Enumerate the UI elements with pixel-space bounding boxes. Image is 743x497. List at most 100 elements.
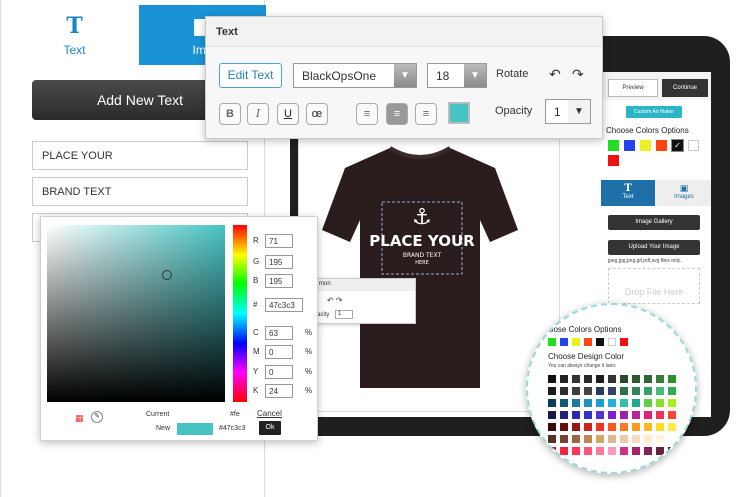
saturation-value-field[interactable] [47, 225, 225, 402]
strikethrough-button[interactable]: œ [306, 103, 328, 125]
edit-text-button[interactable]: Edit Text [219, 63, 282, 88]
zoom-color-swatch[interactable] [608, 338, 616, 346]
design-color-swatch[interactable] [548, 435, 556, 443]
design-color-swatch[interactable] [620, 435, 628, 443]
design-color-swatch[interactable] [632, 447, 640, 455]
design-color-swatch[interactable] [548, 387, 556, 395]
design-color-swatch[interactable] [656, 375, 664, 383]
color-swatch[interactable] [608, 140, 619, 151]
cancel-link[interactable]: Cancel [257, 409, 282, 418]
tablet-tab-images[interactable]: ▣ Images [657, 180, 711, 206]
design-color-swatch[interactable] [668, 447, 676, 455]
design-color-swatch[interactable] [596, 399, 604, 407]
design-color-swatch[interactable] [668, 375, 676, 383]
preview-button[interactable]: Preview [608, 79, 658, 97]
underline-button[interactable]: U [277, 103, 299, 125]
custom-art-maker-button[interactable]: Custom Art Maker [626, 106, 682, 118]
c-input[interactable]: 63 [265, 326, 293, 340]
design-color-swatch[interactable] [632, 411, 640, 419]
zoom-color-swatch[interactable] [584, 338, 592, 346]
image-gallery-button[interactable]: Image Gallery [608, 215, 700, 230]
design-color-swatch[interactable] [584, 387, 592, 395]
design-color-swatch[interactable] [548, 399, 556, 407]
rotate-right-icon[interactable]: ↷ [572, 66, 584, 83]
design-color-swatch[interactable] [572, 399, 580, 407]
design-color-swatch[interactable] [608, 411, 616, 419]
upload-image-button[interactable]: Upload Your Image [608, 240, 700, 255]
m-input[interactable]: 0 [265, 345, 293, 359]
design-color-swatch[interactable] [560, 387, 568, 395]
text-line-input[interactable]: BRAND TEXT [32, 177, 248, 206]
bold-button[interactable]: B [219, 103, 241, 125]
design-color-swatch[interactable] [608, 387, 616, 395]
zoom-color-swatch[interactable] [572, 338, 580, 346]
color-swatch[interactable] [624, 140, 635, 151]
design-color-swatch[interactable] [560, 435, 568, 443]
design-color-swatch[interactable] [668, 399, 676, 407]
design-color-swatch[interactable] [620, 375, 628, 383]
design-color-swatch[interactable] [572, 447, 580, 455]
color-swatch[interactable]: ✓ [671, 139, 684, 152]
design-color-swatch[interactable] [656, 435, 664, 443]
italic-button[interactable]: I [247, 103, 269, 125]
design-color-swatch[interactable] [668, 387, 676, 395]
text-color-chip[interactable] [448, 102, 470, 124]
design-color-swatch[interactable] [644, 435, 652, 443]
design-color-swatch[interactable] [668, 423, 676, 431]
drop-file-zone[interactable]: Drop File Here [608, 268, 700, 304]
palette-grid-icon[interactable]: ▦ [75, 413, 84, 424]
k-input[interactable]: 24 [265, 384, 293, 398]
tab-text[interactable]: T Text [11, 5, 138, 65]
design-color-swatch[interactable] [572, 375, 580, 383]
zoom-color-swatch[interactable] [596, 338, 604, 346]
design-color-swatch[interactable] [620, 399, 628, 407]
design-color-swatch[interactable] [608, 447, 616, 455]
design-color-swatch[interactable] [584, 447, 592, 455]
color-swatch[interactable] [608, 155, 619, 166]
opacity-select[interactable]: 1 ▼ [545, 99, 591, 124]
align-right-icon[interactable]: ≡ [415, 103, 437, 125]
design-color-swatch[interactable] [644, 375, 652, 383]
design-color-swatch[interactable] [572, 411, 580, 419]
rotate-icons[interactable]: ↶ ↷ [327, 296, 343, 305]
eyedropper-icon[interactable]: ✎ [91, 411, 103, 423]
zoom-color-swatch[interactable] [560, 338, 568, 346]
design-color-swatch[interactable] [608, 423, 616, 431]
design-color-swatch[interactable] [620, 411, 628, 419]
design-color-swatch[interactable] [656, 387, 664, 395]
zoom-color-swatch[interactable] [620, 338, 628, 346]
text-line-input[interactable]: PLACE YOUR [32, 141, 248, 170]
design-color-swatch[interactable] [656, 411, 664, 419]
design-color-swatch[interactable] [656, 423, 664, 431]
design-color-swatch[interactable] [668, 411, 676, 419]
color-swatch[interactable] [688, 140, 699, 151]
design-color-swatch[interactable] [584, 399, 592, 407]
design-color-swatch[interactable] [584, 375, 592, 383]
design-color-swatch[interactable] [644, 447, 652, 455]
design-color-swatch[interactable] [668, 435, 676, 443]
design-color-swatch[interactable] [548, 411, 556, 419]
design-color-swatch[interactable] [596, 411, 604, 419]
design-color-swatch[interactable] [632, 435, 640, 443]
color-swatch[interactable] [656, 140, 667, 151]
color-marker[interactable] [162, 270, 172, 280]
design-color-swatch[interactable] [572, 435, 580, 443]
design-color-swatch[interactable] [548, 447, 556, 455]
continue-button[interactable]: Continue [662, 79, 708, 97]
design-color-swatch[interactable] [632, 399, 640, 407]
design-color-swatch[interactable] [560, 399, 568, 407]
design-color-swatch[interactable] [596, 375, 604, 383]
design-color-swatch[interactable] [620, 387, 628, 395]
design-color-swatch[interactable] [656, 399, 664, 407]
hex-input[interactable]: 47c3c3 [265, 298, 303, 312]
design-color-swatch[interactable] [584, 411, 592, 419]
align-center-icon[interactable]: ≡ [386, 103, 408, 125]
r-input[interactable]: 71 [265, 234, 293, 248]
hue-slider[interactable] [233, 225, 247, 402]
design-color-swatch[interactable] [596, 435, 604, 443]
design-color-swatch[interactable] [572, 423, 580, 431]
design-color-swatch[interactable] [620, 423, 628, 431]
design-color-swatch[interactable] [596, 387, 604, 395]
align-left-icon[interactable]: ≡ [356, 103, 378, 125]
design-color-swatch[interactable] [608, 375, 616, 383]
